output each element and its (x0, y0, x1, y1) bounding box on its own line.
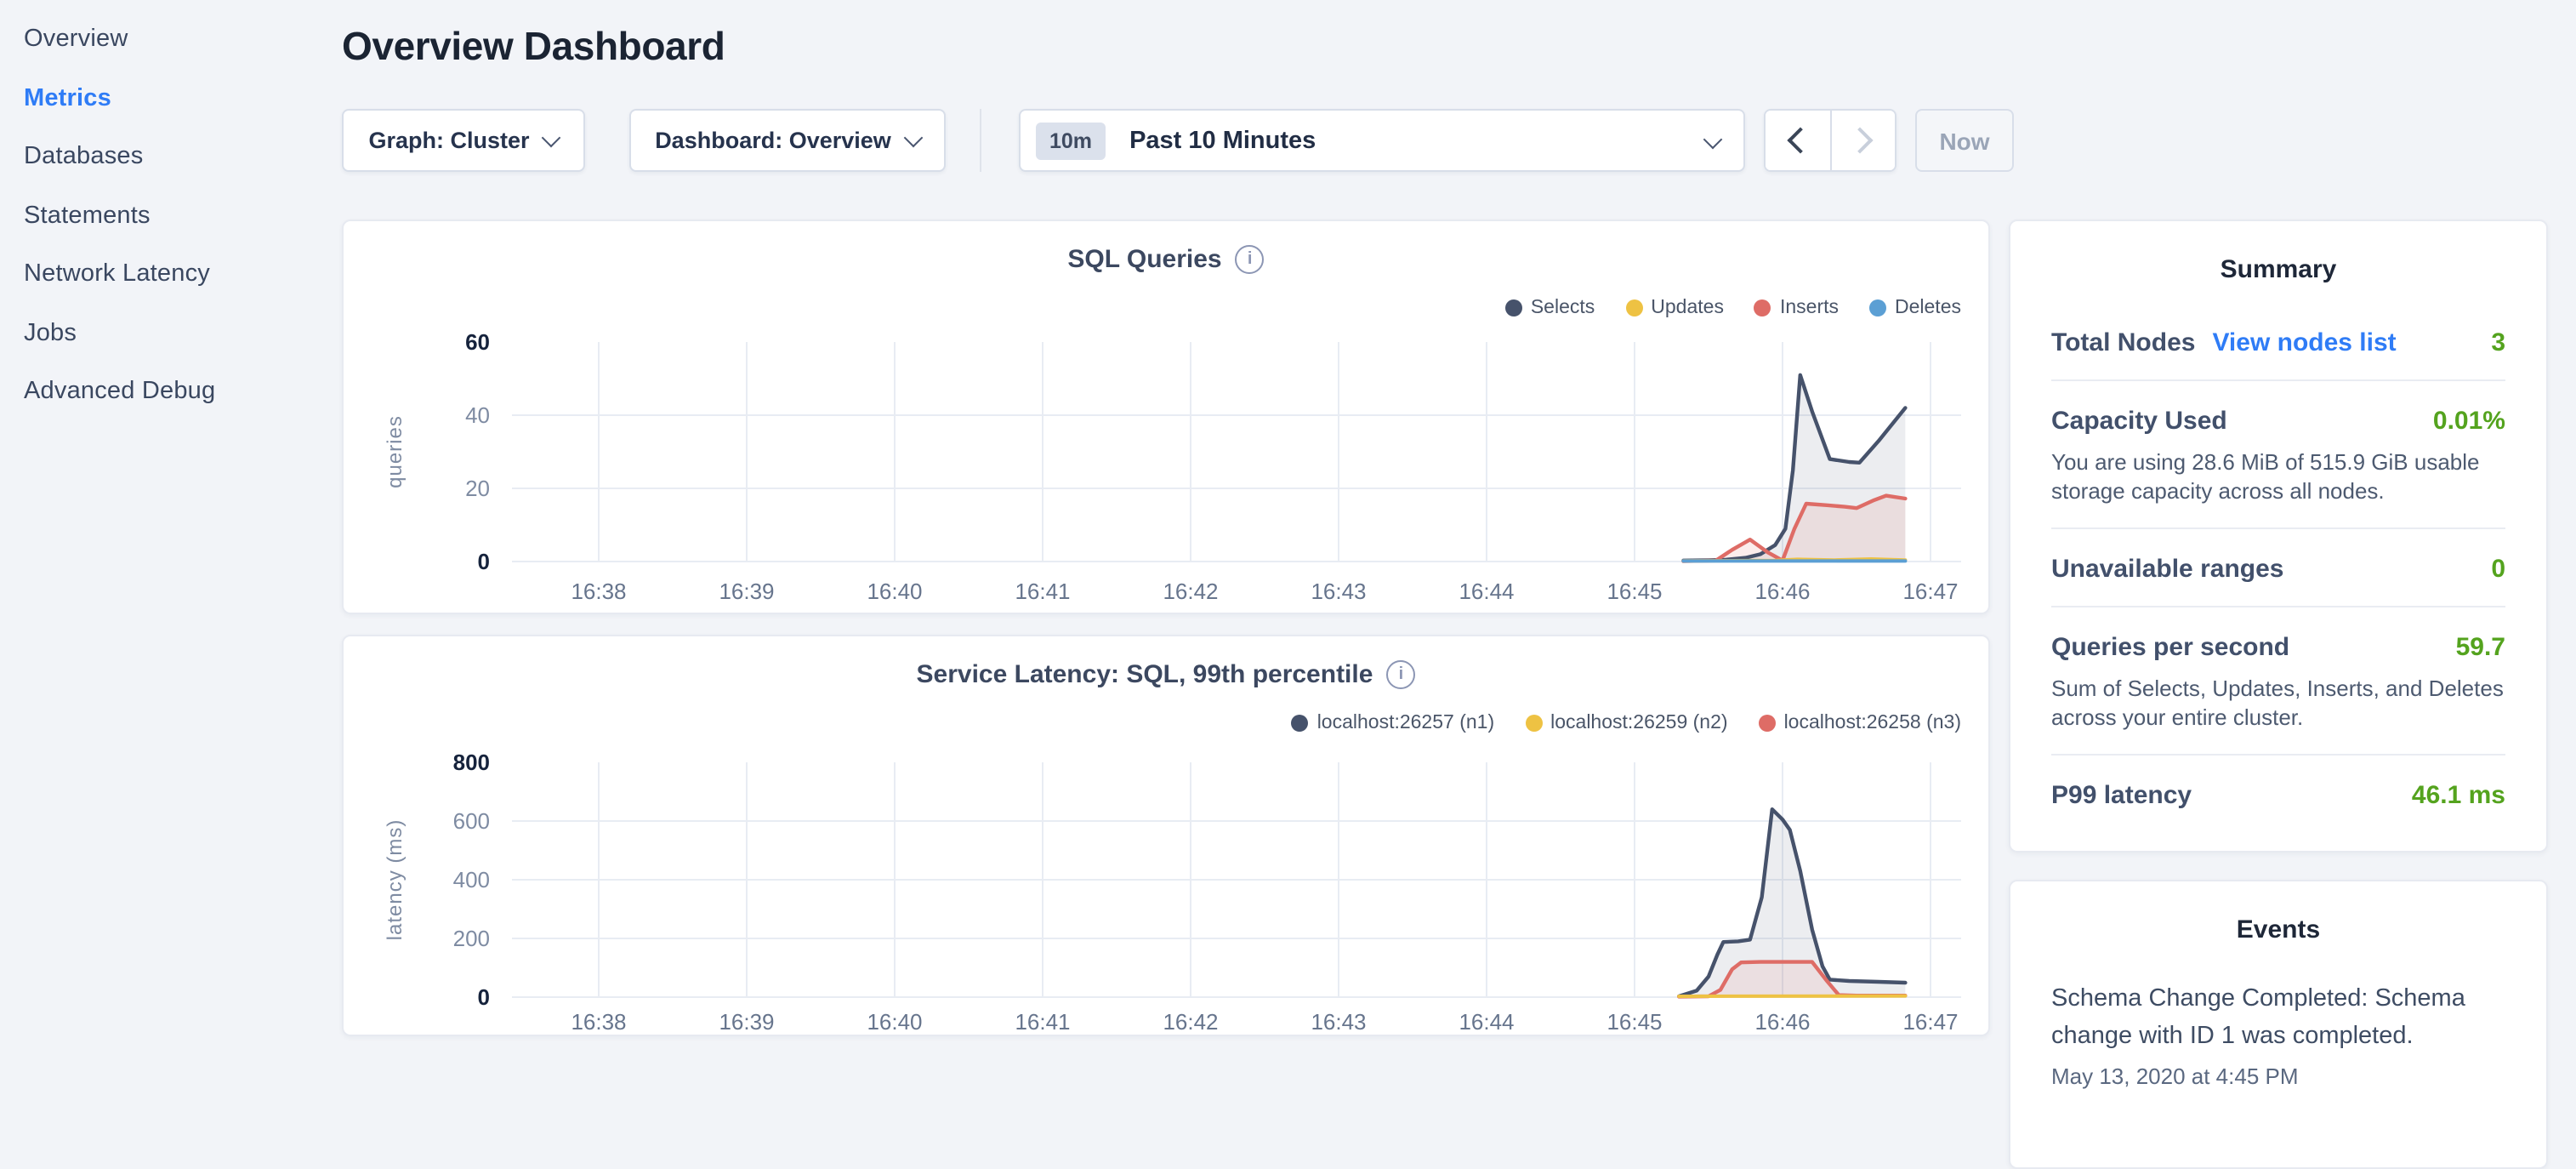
service-latency-plot[interactable]: 16:38 16:39 16:40 16:41 16:42 16:43 16:44 16:45… (344, 636, 1992, 1038)
sql-queries-chart-card: SQL Queries Selects Updates Inserts (342, 220, 1990, 614)
time-range-picker[interactable]: 10m Past 10 Minutes (1019, 109, 1745, 172)
summary-row-unavailable-ranges: Unavailable ranges 0 (2051, 529, 2505, 607)
svg-text:16:46: 16:46 (1754, 1009, 1810, 1035)
summary-panel: Summary Total Nodes View nodes list 3 Ca… (2009, 220, 2548, 853)
sidebar-item-jobs[interactable]: Jobs (24, 304, 335, 362)
svg-text:0: 0 (478, 549, 490, 574)
summary-row-capacity-used: Capacity Used 0.01% You are using 28.6 M… (2051, 381, 2505, 529)
svg-text:16:42: 16:42 (1163, 1009, 1218, 1035)
svg-text:16:41: 16:41 (1015, 579, 1070, 604)
sidebar-item-advanced-debug[interactable]: Advanced Debug (24, 362, 335, 421)
view-nodes-link[interactable]: View nodes list (2212, 328, 2396, 357)
sidebar-item-databases[interactable]: Databases (24, 128, 335, 186)
svg-text:16:46: 16:46 (1754, 579, 1810, 604)
svg-text:16:43: 16:43 (1311, 579, 1366, 604)
svg-text:16:44: 16:44 (1459, 579, 1514, 604)
svg-text:16:47: 16:47 (1902, 579, 1958, 604)
event-list-item: Schema Change Completed: Schema change w… (2051, 980, 2505, 1089)
time-range-chip: 10m (1036, 122, 1106, 159)
svg-text:16:42: 16:42 (1163, 579, 1218, 604)
events-panel: Events Schema Change Completed: Schema c… (2009, 880, 2548, 1169)
service-latency-chart-card: Service Latency: SQL, 99th percentile lo… (342, 635, 1990, 1036)
sidebar-item-overview[interactable]: Overview (24, 10, 335, 69)
chevron-down-icon (542, 128, 561, 147)
dashboard-dropdown-label: Dashboard: Overview (655, 128, 891, 153)
svg-text:16:38: 16:38 (571, 579, 626, 604)
now-button[interactable]: Now (1915, 109, 2014, 172)
svg-text:latency (ms): latency (ms) (384, 819, 407, 941)
summary-row-p99-latency: P99 latency 46.1 ms (2051, 756, 2505, 832)
time-nav-group (1764, 109, 1896, 172)
time-forward-button[interactable] (1829, 111, 1895, 170)
sidebar-item-metrics[interactable]: Metrics (24, 69, 335, 128)
svg-text:16:41: 16:41 (1015, 1009, 1070, 1035)
svg-text:0: 0 (478, 984, 490, 1010)
time-back-button[interactable] (1766, 111, 1829, 170)
sql-queries-plot[interactable]: 16:38 16:39 16:40 16:41 16:42 16:43 16:44 16:45… (344, 221, 1992, 616)
svg-text:400: 400 (453, 867, 490, 892)
sidebar-item-network-latency[interactable]: Network Latency (24, 245, 335, 304)
svg-text:16:40: 16:40 (867, 1009, 922, 1035)
capacity-used-value: 0.01% (2433, 407, 2505, 436)
svg-text:40: 40 (465, 402, 490, 428)
p99-latency-value: 46.1 ms (2412, 781, 2505, 810)
toolbar: Graph: Cluster Dashboard: Overview 10m P… (342, 109, 2026, 172)
graph-dropdown[interactable]: Graph: Cluster (342, 109, 585, 172)
page-title: Overview Dashboard (342, 24, 2026, 70)
time-range-label: Past 10 Minutes (1129, 127, 1316, 154)
toolbar-divider (980, 109, 981, 172)
svg-text:20: 20 (465, 476, 490, 501)
svg-text:queries: queries (384, 415, 407, 488)
main-content: Overview Dashboard Graph: Cluster Dashbo… (342, 0, 2026, 1052)
svg-text:800: 800 (453, 750, 490, 775)
summary-title: Summary (2051, 255, 2505, 284)
capacity-used-desc: You are using 28.6 MiB of 515.9 GiB usab… (2051, 448, 2505, 505)
svg-text:16:45: 16:45 (1606, 579, 1662, 604)
svg-text:60: 60 (465, 329, 490, 355)
chevron-left-icon (1788, 127, 1814, 153)
events-title: Events (2051, 915, 2505, 944)
unavailable-ranges-value: 0 (2491, 555, 2505, 584)
svg-text:16:44: 16:44 (1459, 1009, 1514, 1035)
dashboard-dropdown[interactable]: Dashboard: Overview (629, 109, 946, 172)
svg-text:16:45: 16:45 (1606, 1009, 1662, 1035)
qps-desc: Sum of Selects, Updates, Inserts, and De… (2051, 674, 2505, 732)
svg-text:200: 200 (453, 926, 490, 951)
app-root: Overview Metrics Databases Statements Ne… (0, 0, 2576, 1052)
event-message: Schema Change Completed: Schema change w… (2051, 980, 2505, 1055)
total-nodes-value: 3 (2491, 328, 2505, 357)
chevron-right-icon (1846, 127, 1873, 153)
svg-text:16:39: 16:39 (719, 1009, 774, 1035)
svg-text:16:38: 16:38 (571, 1009, 626, 1035)
sidebar: Overview Metrics Databases Statements Ne… (0, 0, 335, 421)
graph-dropdown-label: Graph: Cluster (368, 128, 529, 153)
chevron-down-icon (903, 128, 923, 147)
svg-text:16:40: 16:40 (867, 579, 922, 604)
svg-text:16:43: 16:43 (1311, 1009, 1366, 1035)
svg-text:16:39: 16:39 (719, 579, 774, 604)
chevron-down-icon (1703, 129, 1723, 149)
svg-text:600: 600 (453, 808, 490, 834)
svg-text:16:47: 16:47 (1902, 1009, 1958, 1035)
sidebar-item-statements[interactable]: Statements (24, 186, 335, 245)
event-timestamp: May 13, 2020 at 4:45 PM (2051, 1064, 2505, 1089)
summary-row-total-nodes: Total Nodes View nodes list 3 (2051, 284, 2505, 381)
qps-value: 59.7 (2456, 633, 2505, 662)
summary-row-qps: Queries per second 59.7 Sum of Selects, … (2051, 607, 2505, 756)
